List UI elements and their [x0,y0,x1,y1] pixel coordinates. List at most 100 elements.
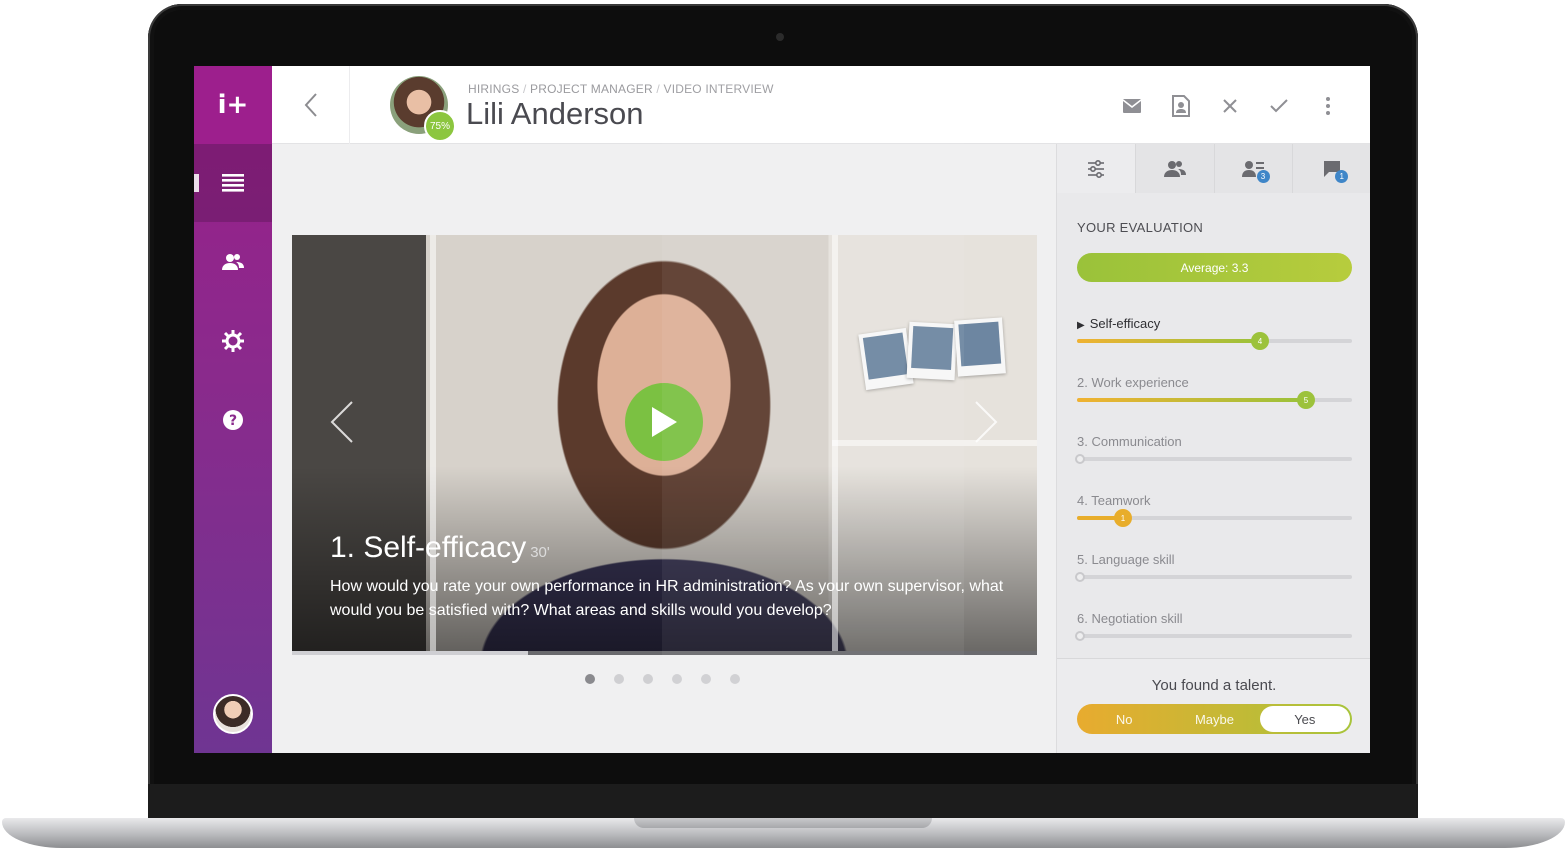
save-icon [1172,95,1190,117]
tab-team[interactable] [1134,144,1214,193]
question-title-text: 1. Self-efficacy [330,531,527,564]
group-icon [1163,160,1186,177]
rating-slider-handle[interactable] [1075,454,1085,464]
question-text: How would you rate your own performance … [330,578,1004,619]
criterion-label[interactable]: 5. Language skill [1077,552,1175,567]
talent-decision: You found a talent. No Maybe Yes [1057,658,1370,753]
expand-triangle-icon: ▶ [1077,320,1085,331]
header-actions [1118,92,1342,120]
tab-comments[interactable]: 1 [1292,144,1370,193]
laptop-bottom-bezel [148,784,1418,818]
breadcrumb-project-manager[interactable]: PROJECT MANAGER [530,82,653,96]
talent-title: You found a talent. [1151,677,1277,694]
play-button[interactable] [625,383,703,461]
criterion-label[interactable]: 4. Teamwork [1077,493,1150,508]
reject-button[interactable] [1216,92,1244,120]
sidebar-item-list[interactable] [194,144,272,222]
sliders-icon [1087,159,1104,178]
rating-slider-track[interactable]: 5 [1077,391,1352,409]
talent-option-maybe[interactable]: Maybe [1169,706,1259,732]
sidebar: i+ ? [194,66,272,753]
pagination-dot[interactable] [643,674,653,684]
talent-option-no[interactable]: No [1079,706,1169,732]
next-question-arrow-icon[interactable] [970,400,1000,444]
sidebar-item-help[interactable]: ? [194,381,272,459]
more-icon [1326,97,1330,115]
breadcrumb: HIRINGS / PROJECT MANAGER / VIDEO INTERV… [468,82,774,96]
evaluation-heading: YOUR EVALUATION [1077,220,1204,235]
video-progress-fill [292,651,529,655]
save-profile-button[interactable] [1167,92,1195,120]
criterion-6: 6. Negotiation skill [1075,611,1352,651]
laptop-notch [634,818,932,828]
rating-slider-handle[interactable]: 4 [1251,332,1269,350]
polaroid-photo [858,327,914,391]
rating-slider-handle[interactable]: 1 [1114,509,1132,527]
criterion-2: 2. Work experience 5 [1077,375,1352,415]
help-icon: ? [223,410,243,430]
criterion-label-text: 2. Work experience [1077,375,1189,390]
candidate-name: Lili Anderson [466,96,644,131]
criterion-label[interactable]: 2. Work experience [1077,375,1189,390]
pagination-dot[interactable] [614,674,624,684]
approve-button[interactable] [1265,92,1293,120]
rating-slider-fill [1077,339,1260,343]
close-icon [1223,99,1237,113]
header: 75% HIRINGS / PROJECT MANAGER / VIDEO IN… [272,66,1370,144]
evaluation-panel: 3 1 YOUR EVALUATION Average: 3.3 ▶ Self-e… [1056,144,1370,753]
mail-icon [1123,99,1141,113]
breadcrumb-separator: / [522,82,527,96]
criterion-label-text: Self-efficacy [1089,316,1161,331]
criterion-3: 3. Communication [1075,434,1352,474]
tab-evaluation[interactable] [1057,144,1135,193]
rating-slider-track[interactable]: 4 [1077,332,1352,350]
pagination-dot[interactable] [585,674,595,684]
play-icon [652,407,677,437]
logo-text: i+ [217,90,249,120]
criterion-label[interactable]: ▶ Self-efficacy [1077,316,1160,331]
webcam [776,33,784,41]
pagination-dot[interactable] [701,674,711,684]
rating-slider-track[interactable] [1075,572,1352,582]
video-progress-bar[interactable] [292,651,1037,655]
criterion-label-text: 4. Teamwork [1077,493,1151,508]
more-button[interactable] [1314,92,1342,120]
chevron-left-icon [304,93,317,117]
breadcrumb-video-interview: VIDEO INTERVIEW [663,82,774,96]
breadcrumb-hirings[interactable]: HIRINGS [468,82,519,96]
criterion-label[interactable]: 3. Communication [1077,434,1182,449]
pagination-dot[interactable] [672,674,682,684]
sidebar-item-settings[interactable] [194,302,272,380]
comments-count-badge: 1 [1335,170,1349,183]
criterion-label-text: 5. Language skill [1077,552,1175,567]
rating-slider-handle[interactable]: 5 [1297,391,1315,409]
breadcrumb-separator: / [656,82,660,96]
polaroid-photo [954,317,1006,377]
pagination-dot[interactable] [730,674,740,684]
criterion-label[interactable]: 6. Negotiation skill [1077,611,1183,626]
rating-slider-track[interactable] [1075,631,1352,641]
reviewers-count-badge: 3 [1256,170,1270,183]
video-player[interactable]: 1. Self-efficacy 30' How would you rate y… [292,235,1037,655]
previous-question-arrow-icon[interactable] [328,400,358,444]
app-logo[interactable]: i+ [194,66,272,144]
mail-button[interactable] [1118,92,1146,120]
question-pagination [585,674,740,684]
rating-slider-track[interactable] [1075,454,1352,464]
rating-slider-handle[interactable] [1075,631,1085,641]
svg-text:?: ? [229,413,237,429]
tab-reviewers[interactable]: 3 [1213,144,1293,193]
user-avatar[interactable] [213,694,253,734]
back-button[interactable] [272,66,350,144]
rating-slider-fill [1077,398,1306,402]
people-icon [222,254,244,270]
criterion-4: 4. Teamwork 1 [1077,493,1352,533]
sidebar-item-people[interactable] [194,223,272,301]
panel-tabs: 3 1 [1057,144,1370,193]
rating-slider-handle[interactable] [1075,572,1085,582]
criterion-label-text: 3. Communication [1077,434,1182,449]
criterion-1: ▶ Self-efficacy 4 [1077,316,1352,356]
rating-slider-track[interactable]: 1 [1077,509,1352,527]
talent-option-yes[interactable]: Yes [1259,706,1350,732]
question-duration: 30' [530,544,550,561]
